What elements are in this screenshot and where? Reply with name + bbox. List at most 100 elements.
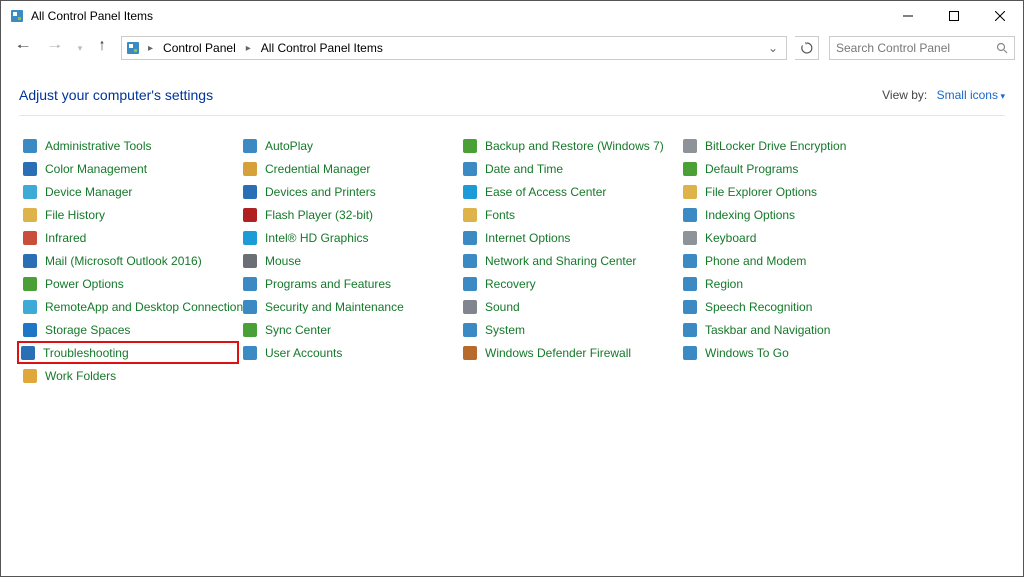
item-icon xyxy=(461,183,479,201)
item-icon xyxy=(241,321,259,339)
control-panel-item[interactable]: Troubleshooting xyxy=(17,341,239,364)
control-panel-item[interactable]: Internet Options xyxy=(459,226,679,249)
control-panel-item[interactable]: Taskbar and Navigation xyxy=(679,318,899,341)
divider xyxy=(19,115,1005,116)
item-label: Credential Manager xyxy=(265,162,370,176)
control-panel-item[interactable]: Intel® HD Graphics xyxy=(239,226,459,249)
control-panel-item[interactable]: Storage Spaces xyxy=(19,318,239,341)
control-panel-item[interactable]: User Accounts xyxy=(239,341,459,364)
breadcrumb-current[interactable]: All Control Panel Items xyxy=(257,37,387,59)
item-label: User Accounts xyxy=(265,346,342,360)
control-panel-item[interactable]: AutoPlay xyxy=(239,134,459,157)
control-panel-item[interactable]: Programs and Features xyxy=(239,272,459,295)
control-panel-item[interactable]: Network and Sharing Center xyxy=(459,249,679,272)
breadcrumb-root[interactable]: Control Panel xyxy=(159,37,240,59)
control-panel-item[interactable]: Device Manager xyxy=(19,180,239,203)
address-dropdown-icon[interactable]: ⌄ xyxy=(762,41,784,55)
item-icon xyxy=(241,137,259,155)
control-panel-item[interactable]: Work Folders xyxy=(19,364,239,387)
item-label: BitLocker Drive Encryption xyxy=(705,139,846,153)
control-panel-item[interactable]: Flash Player (32-bit) xyxy=(239,203,459,226)
item-label: Phone and Modem xyxy=(705,254,806,268)
control-panel-item[interactable]: Power Options xyxy=(19,272,239,295)
control-panel-item[interactable]: Region xyxy=(679,272,899,295)
address-bar[interactable]: ▸ Control Panel ▸ All Control Panel Item… xyxy=(121,36,787,60)
item-icon xyxy=(19,344,37,362)
control-panel-item[interactable]: Phone and Modem xyxy=(679,249,899,272)
control-panel-item[interactable]: Security and Maintenance xyxy=(239,295,459,318)
control-panel-item[interactable]: Backup and Restore (Windows 7) xyxy=(459,134,679,157)
item-label: Default Programs xyxy=(705,162,798,176)
control-panel-item[interactable]: RemoteApp and Desktop Connections xyxy=(19,295,239,318)
maximize-button[interactable] xyxy=(931,1,977,31)
item-label: Device Manager xyxy=(45,185,132,199)
control-panel-icon xyxy=(9,8,25,24)
control-panel-item[interactable]: File Explorer Options xyxy=(679,180,899,203)
control-panel-item[interactable]: Infrared xyxy=(19,226,239,249)
control-panel-item[interactable]: Speech Recognition xyxy=(679,295,899,318)
item-icon xyxy=(461,137,479,155)
control-panel-item[interactable]: Mouse xyxy=(239,249,459,272)
control-panel-item[interactable]: Date and Time xyxy=(459,157,679,180)
up-button[interactable]: 🠑 xyxy=(91,37,113,59)
refresh-button[interactable] xyxy=(795,36,819,60)
control-panel-item[interactable]: Keyboard xyxy=(679,226,899,249)
item-label: Fonts xyxy=(485,208,515,222)
control-panel-item[interactable]: Sound xyxy=(459,295,679,318)
item-label: Mail (Microsoft Outlook 2016) xyxy=(45,254,202,268)
control-panel-item[interactable]: Default Programs xyxy=(679,157,899,180)
control-panel-item[interactable]: Ease of Access Center xyxy=(459,180,679,203)
item-icon xyxy=(21,367,39,385)
item-label: Windows To Go xyxy=(705,346,789,360)
control-panel-item[interactable]: BitLocker Drive Encryption xyxy=(679,134,899,157)
control-panel-item[interactable]: Sync Center xyxy=(239,318,459,341)
control-panel-item[interactable]: Windows Defender Firewall xyxy=(459,341,679,364)
item-label: Devices and Printers xyxy=(265,185,376,199)
item-label: Taskbar and Navigation xyxy=(705,323,830,337)
close-button[interactable] xyxy=(977,1,1023,31)
item-icon xyxy=(241,183,259,201)
item-label: System xyxy=(485,323,525,337)
item-label: Windows Defender Firewall xyxy=(485,346,631,360)
control-panel-item[interactable]: Windows To Go xyxy=(679,341,899,364)
control-panel-item[interactable]: Administrative Tools xyxy=(19,134,239,157)
control-panel-item[interactable]: Color Management xyxy=(19,157,239,180)
item-icon xyxy=(241,206,259,224)
chevron-right-icon[interactable]: ▸ xyxy=(244,43,253,54)
control-panel-item[interactable]: File History xyxy=(19,203,239,226)
view-by-dropdown[interactable]: Small icons xyxy=(937,88,1005,102)
control-panel-item[interactable]: Credential Manager xyxy=(239,157,459,180)
control-panel-item[interactable]: System xyxy=(459,318,679,341)
item-label: Programs and Features xyxy=(265,277,391,291)
item-icon xyxy=(461,321,479,339)
search-input[interactable]: Search Control Panel xyxy=(829,36,1015,60)
item-icon xyxy=(241,344,259,362)
item-label: Internet Options xyxy=(485,231,570,245)
chevron-right-icon[interactable]: ▸ xyxy=(146,43,155,54)
item-label: File History xyxy=(45,208,105,222)
control-panel-item[interactable]: Fonts xyxy=(459,203,679,226)
item-icon xyxy=(21,252,39,270)
item-icon xyxy=(21,321,39,339)
history-dropdown-icon[interactable]: ▾ xyxy=(73,34,87,62)
navbar: 🠐 🠒 ▾ 🠑 ▸ Control Panel ▸ All Control Pa… xyxy=(1,31,1023,65)
item-label: Region xyxy=(705,277,743,291)
item-label: Backup and Restore (Windows 7) xyxy=(485,139,664,153)
item-icon xyxy=(21,160,39,178)
forward-button[interactable]: 🠒 xyxy=(41,34,69,62)
item-icon xyxy=(241,298,259,316)
item-icon xyxy=(681,229,699,247)
item-label: Sync Center xyxy=(265,323,331,337)
control-panel-item[interactable]: Mail (Microsoft Outlook 2016) xyxy=(19,249,239,272)
minimize-button[interactable] xyxy=(885,1,931,31)
item-label: Ease of Access Center xyxy=(485,185,606,199)
control-panel-item[interactable]: Devices and Printers xyxy=(239,180,459,203)
item-icon xyxy=(21,298,39,316)
control-panel-item[interactable]: Recovery xyxy=(459,272,679,295)
item-icon xyxy=(461,252,479,270)
control-panel-item[interactable]: Indexing Options xyxy=(679,203,899,226)
item-icon xyxy=(21,275,39,293)
item-label: Power Options xyxy=(45,277,124,291)
back-button[interactable]: 🠐 xyxy=(9,34,37,62)
item-icon xyxy=(681,344,699,362)
